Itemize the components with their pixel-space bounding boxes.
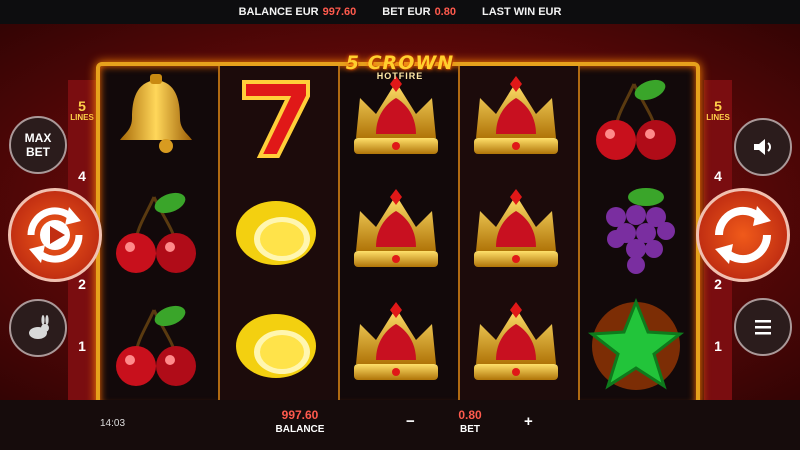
right-lines-label: LINES: [706, 113, 730, 122]
last-win-label: LAST WIN EUR: [481, 6, 562, 18]
bottom-bet-value: 0.80: [458, 408, 482, 422]
grapes-icon: [606, 188, 675, 274]
cherry-icon: [116, 305, 196, 386]
crown-symbol: [346, 181, 456, 291]
autoplay-spin-icon: [27, 207, 83, 263]
right-lines-badge: 5 LINES: [705, 98, 731, 124]
left-line-4: 4: [78, 168, 86, 184]
reel-divider: [578, 66, 580, 406]
last-win-display: LAST WIN EUR: [482, 6, 561, 18]
top-status-bar: BALANCE EUR 997.60 BET EUR 0.80 LAST WIN E…: [0, 0, 800, 24]
game-logo: 5 CROWN HOTFIRE: [300, 52, 500, 86]
right-line-4: 4: [714, 168, 722, 184]
sound-button[interactable]: [734, 118, 792, 176]
turbo-button[interactable]: [9, 299, 67, 357]
crown-symbol: [466, 181, 576, 291]
lemon-icon: [236, 314, 316, 378]
grapes-symbol: [586, 181, 696, 291]
bottom-bar: 14:03 997.60 BALANCE − 0.80 BET +: [0, 400, 800, 450]
clock: 14:03: [100, 418, 126, 429]
speaker-icon: [754, 139, 771, 155]
cherry-icon: [116, 192, 196, 273]
crown-icon: [354, 302, 438, 380]
cherry-symbol: [586, 68, 696, 178]
balance-value: 997.60: [322, 6, 357, 18]
bottom-bet: 0.80 BET: [440, 408, 500, 435]
left-lines-label: LINES: [70, 113, 94, 122]
balance-label: BALANCE EUR: [238, 6, 319, 18]
reel-divider: [338, 66, 340, 406]
left-lines-badge: 5 LINES: [69, 98, 95, 124]
bell-symbol: [106, 68, 216, 178]
balance-display: BALANCE EUR 997.60: [239, 6, 357, 18]
right-lines-count: 5: [714, 98, 722, 114]
game-stage: 5 LINES 4 2 1 5 LINES 4 2 1 5 CROWN HOTF…: [0, 24, 800, 410]
lemon-symbol: [226, 181, 336, 291]
spin-icon: [714, 206, 772, 264]
crown-icon: [474, 189, 558, 267]
bet-increase-button[interactable]: +: [524, 413, 533, 430]
crown-icon: [354, 189, 438, 267]
max-bet-label-1: MAX: [24, 131, 52, 145]
logo-subtitle: HOTFIRE: [376, 71, 424, 81]
autoplay-spin-button[interactable]: [8, 188, 102, 282]
bottom-balance-value: 997.60: [281, 408, 319, 422]
bet-display: BET EUR 0.80: [382, 6, 456, 18]
bet-value: 0.80: [434, 6, 456, 18]
right-line-1: 1: [714, 338, 722, 354]
hamburger-menu-icon: [755, 320, 771, 335]
cherry-symbol: [106, 294, 216, 404]
lemon-symbol: [226, 294, 336, 404]
bottom-balance: 997.60 BALANCE: [265, 408, 335, 435]
crown-icon: [474, 302, 558, 380]
star-symbol: [586, 294, 696, 404]
reel-divider: [218, 66, 220, 406]
cherry-symbol: [106, 181, 216, 291]
menu-button[interactable]: [734, 298, 792, 356]
star-icon: [587, 297, 685, 390]
lemon-icon: [236, 201, 316, 265]
max-bet-button[interactable]: MAX BET: [9, 116, 67, 174]
cherry-icon: [596, 79, 676, 160]
crown-symbol: [346, 294, 456, 404]
left-line-1: 1: [78, 338, 86, 354]
rabbit-icon: [29, 315, 49, 339]
reel-divider: [458, 66, 460, 406]
left-lines-count: 5: [78, 98, 86, 114]
bottom-bet-label: BET: [460, 424, 480, 435]
spin-button[interactable]: [696, 188, 790, 282]
crown-symbol: [466, 294, 576, 404]
bell-icon: [120, 74, 192, 153]
bet-decrease-button[interactable]: −: [406, 413, 415, 430]
bottom-balance-label: BALANCE: [275, 424, 325, 435]
bet-label: BET EUR: [382, 6, 431, 18]
max-bet-label-2: BET: [25, 145, 50, 159]
